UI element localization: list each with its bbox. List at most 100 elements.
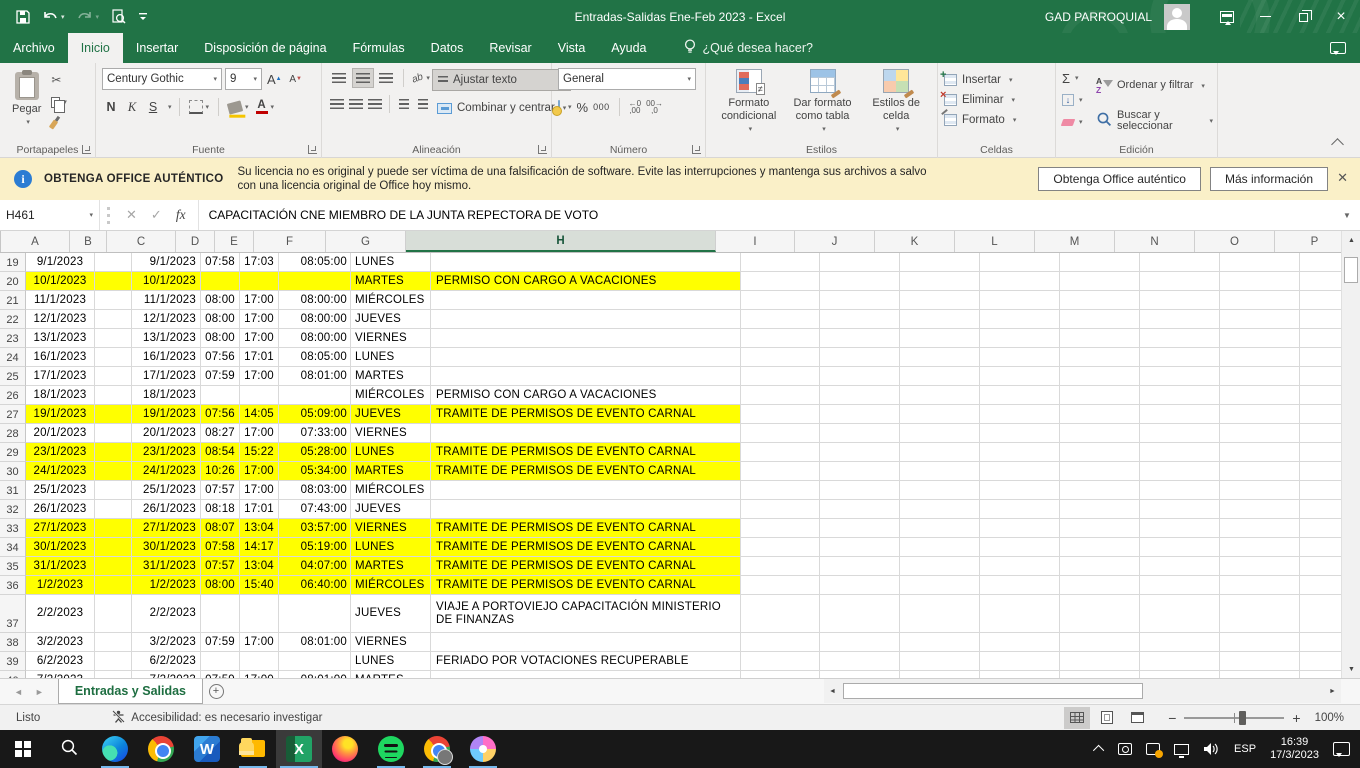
cell-I29[interactable] (741, 443, 820, 462)
clipboard-dialog-launcher[interactable] (82, 145, 91, 154)
cell-C25[interactable]: 17/1/2023 (132, 367, 201, 386)
taskbar-chrome-profile-icon[interactable] (414, 730, 460, 768)
page-break-view-button[interactable] (1124, 707, 1150, 729)
cell-P22[interactable] (1300, 310, 1341, 329)
format-cells-button[interactable]: Formato ▾ (944, 110, 1051, 130)
cell-D25[interactable]: 07:59 (201, 367, 240, 386)
row-header-20[interactable]: 20 (0, 272, 26, 291)
cell-D26[interactable] (201, 386, 240, 405)
cell-N19[interactable] (1140, 253, 1220, 272)
cell-L40[interactable] (980, 671, 1060, 678)
cell-E27[interactable]: 14:05 (240, 405, 279, 424)
cell-I26[interactable] (741, 386, 820, 405)
row-header-26[interactable]: 26 (0, 386, 26, 405)
column-header-B[interactable]: B (70, 231, 107, 252)
tab-disposici-n-de-p-gina[interactable]: Disposición de página (191, 33, 339, 63)
font-size-select[interactable]: 9 ▾ (225, 68, 262, 90)
cell-N28[interactable] (1140, 424, 1220, 443)
cell-B32[interactable] (95, 500, 132, 519)
cell-H40[interactable] (431, 671, 741, 678)
cell-O31[interactable] (1220, 481, 1300, 500)
taskbar-firefox-icon[interactable] (322, 730, 368, 768)
cell-M40[interactable] (1060, 671, 1140, 678)
cell-L30[interactable] (980, 462, 1060, 481)
tab-datos[interactable]: Datos (418, 33, 477, 63)
cell-D21[interactable]: 08:00 (201, 291, 240, 310)
cell-O40[interactable] (1220, 671, 1300, 678)
cell-I35[interactable] (741, 557, 820, 576)
cell-N31[interactable] (1140, 481, 1220, 500)
cell-A30[interactable]: 24/1/2023 (26, 462, 95, 481)
cell-O36[interactable] (1220, 576, 1300, 595)
cell-J40[interactable] (820, 671, 900, 678)
cell-M32[interactable] (1060, 500, 1140, 519)
cell-L19[interactable] (980, 253, 1060, 272)
cell-O32[interactable] (1220, 500, 1300, 519)
cell-G35[interactable]: MARTES (351, 557, 431, 576)
network-icon[interactable] (1174, 744, 1189, 755)
cell-K36[interactable] (900, 576, 980, 595)
cell-A25[interactable]: 17/1/2023 (26, 367, 95, 386)
cell-H31[interactable] (431, 481, 741, 500)
scroll-up-icon[interactable]: ▲ (1342, 231, 1360, 249)
cell-J23[interactable] (820, 329, 900, 348)
cell-F33[interactable]: 03:57:00 (279, 519, 351, 538)
cell-O24[interactable] (1220, 348, 1300, 367)
column-header-M[interactable]: M (1035, 231, 1115, 252)
cell-C26[interactable]: 18/1/2023 (132, 386, 201, 405)
cell-L39[interactable] (980, 652, 1060, 671)
action-center-icon[interactable] (1333, 742, 1350, 756)
cell-B31[interactable] (95, 481, 132, 500)
cell-P26[interactable] (1300, 386, 1341, 405)
language-indicator[interactable]: ESP (1234, 743, 1256, 755)
cell-A26[interactable]: 18/1/2023 (26, 386, 95, 405)
cell-C19[interactable]: 9/1/2023 (132, 253, 201, 272)
save-icon[interactable] (12, 5, 34, 29)
cell-M31[interactable] (1060, 481, 1140, 500)
autosum-button[interactable]: Σ▾ (1062, 69, 1096, 87)
cell-M38[interactable] (1060, 633, 1140, 652)
zoom-level[interactable]: 100% (1315, 712, 1344, 724)
cell-N30[interactable] (1140, 462, 1220, 481)
cell-D37[interactable] (201, 595, 240, 633)
cell-P32[interactable] (1300, 500, 1341, 519)
cell-F30[interactable]: 05:34:00 (279, 462, 351, 481)
cell-P39[interactable] (1300, 652, 1341, 671)
cell-L38[interactable] (980, 633, 1060, 652)
cell-A31[interactable]: 25/1/2023 (26, 481, 95, 500)
next-sheet-icon[interactable]: ► (35, 687, 44, 697)
cell-G21[interactable]: MIÉRCOLES (351, 291, 431, 310)
cell-G31[interactable]: MIÉRCOLES (351, 481, 431, 500)
tab-revisar[interactable]: Revisar (476, 33, 544, 63)
cell-C40[interactable]: 7/2/2023 (132, 671, 201, 678)
cell-B29[interactable] (95, 443, 132, 462)
cell-G19[interactable]: LUNES (351, 253, 431, 272)
cell-H21[interactable] (431, 291, 741, 310)
align-top-button[interactable] (328, 68, 350, 88)
cell-F27[interactable]: 05:09:00 (279, 405, 351, 424)
cell-I21[interactable] (741, 291, 820, 310)
column-header-E[interactable]: E (215, 231, 254, 252)
cell-P23[interactable] (1300, 329, 1341, 348)
cell-K21[interactable] (900, 291, 980, 310)
cell-K22[interactable] (900, 310, 980, 329)
increase-indent-button[interactable] (415, 94, 432, 114)
cell-J31[interactable] (820, 481, 900, 500)
percent-style-button[interactable]: % (577, 100, 589, 115)
row-header-22[interactable]: 22 (0, 310, 26, 329)
cell-M37[interactable] (1060, 595, 1140, 633)
paste-button[interactable]: Pegar ▾ (6, 68, 47, 140)
taskbar-word-icon[interactable] (184, 730, 230, 768)
cell-E29[interactable]: 15:22 (240, 443, 279, 462)
cell-C28[interactable]: 20/1/2023 (132, 424, 201, 443)
cell-H24[interactable] (431, 348, 741, 367)
cell-P20[interactable] (1300, 272, 1341, 291)
clear-button[interactable]: ▾ (1062, 113, 1096, 131)
cell-N27[interactable] (1140, 405, 1220, 424)
cell-G32[interactable]: JUEVES (351, 500, 431, 519)
comma-style-button[interactable]: 000 (593, 102, 610, 112)
cell-D34[interactable]: 07:58 (201, 538, 240, 557)
cell-H36[interactable]: TRAMITE DE PERMISOS DE EVENTO CARNAL (431, 576, 741, 595)
taskbar-search-button[interactable] (46, 730, 92, 768)
cell-B27[interactable] (95, 405, 132, 424)
